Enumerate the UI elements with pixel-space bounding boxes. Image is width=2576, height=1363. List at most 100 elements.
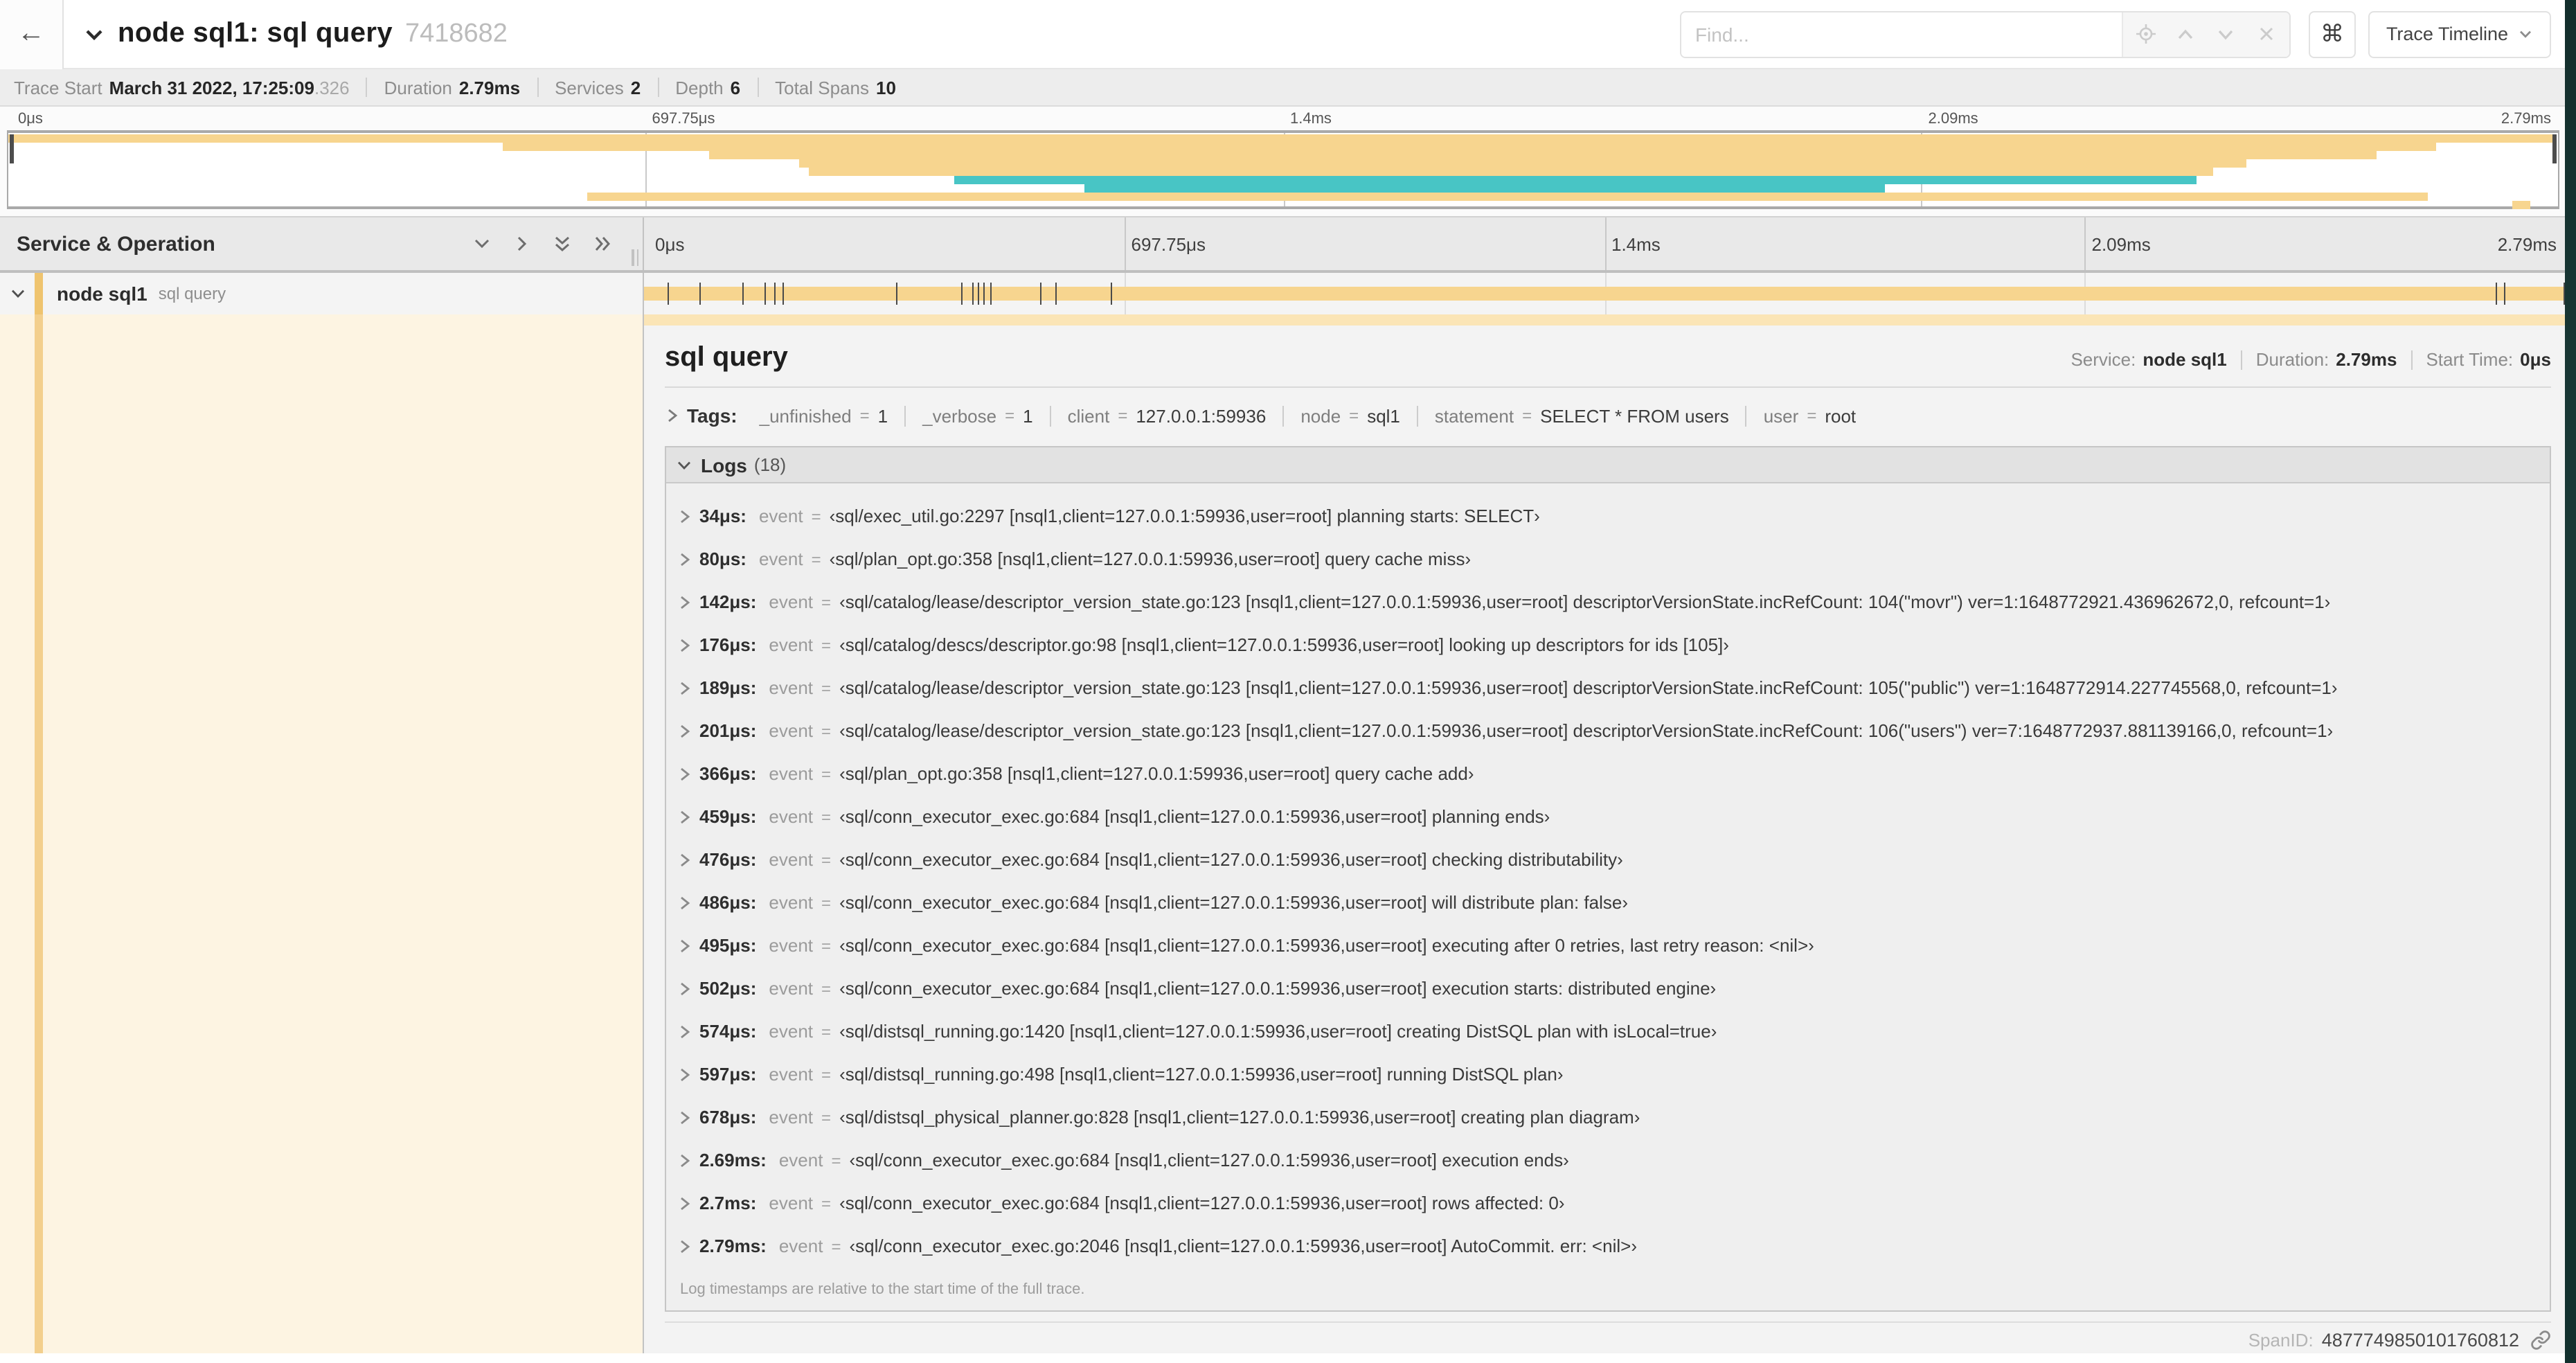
log-field-key: event — [769, 634, 814, 655]
time-tick-label: 2.09ms — [2091, 234, 2151, 255]
log-entry-row[interactable]: 459μs: event = ‹sql/conn_executor_exec.go:6… — [666, 795, 2550, 838]
log-timestamp: 459μs: — [699, 806, 757, 827]
equals-sign: = — [821, 979, 832, 998]
log-entry-row[interactable]: 2.69ms: event = ‹sql/conn_executor_exec.go:… — [666, 1139, 2550, 1182]
log-expand-chevron-icon[interactable] — [677, 1023, 699, 1040]
detail-span-stats: Service: node sql1 Duration: 2.79ms Start Ti… — [2070, 349, 2551, 370]
tag-key: _unfinished — [759, 405, 852, 426]
log-entry-row[interactable]: 597μs: event = ‹sql/distsql_running.go:498 … — [666, 1053, 2550, 1096]
log-expand-chevron-icon[interactable] — [677, 937, 699, 954]
equals-sign: = — [1005, 406, 1015, 425]
log-expand-chevron-icon[interactable] — [677, 551, 699, 567]
log-expand-chevron-icon[interactable] — [677, 765, 699, 782]
log-field-key: event — [769, 1193, 814, 1213]
log-entry-row[interactable]: 495μs: event = ‹sql/conn_executor_exec.go:6… — [666, 924, 2550, 967]
log-entry-row[interactable]: 189μs: event = ‹sql/catalog/lease/descripto… — [666, 666, 2550, 709]
tag-item[interactable]: node = sql1 — [1282, 405, 1417, 426]
span-row-bar-cell[interactable] — [644, 273, 2565, 314]
equals-sign: = — [821, 1022, 832, 1041]
log-expand-chevron-icon[interactable] — [677, 851, 699, 868]
collapse-all-icon[interactable] — [553, 234, 572, 253]
expand-one-icon[interactable] — [512, 234, 532, 253]
log-entry-row[interactable]: 476μs: event = ‹sql/conn_executor_exec.go:6… — [666, 838, 2550, 881]
span-collapse-chevron-icon[interactable] — [0, 285, 35, 302]
find-group — [1679, 10, 2291, 57]
log-entry-row[interactable]: 201μs: event = ‹sql/catalog/lease/descripto… — [666, 709, 2550, 752]
collapse-one-icon[interactable] — [472, 234, 492, 253]
log-timestamp: 476μs: — [699, 849, 757, 870]
prev-match-icon[interactable] — [2166, 12, 2206, 56]
keyboard-shortcuts-button[interactable]: ⌘ — [2308, 10, 2356, 57]
log-expand-chevron-icon[interactable] — [677, 679, 699, 696]
log-expand-chevron-icon[interactable] — [677, 636, 699, 653]
log-entry-row[interactable]: 2.7ms: event = ‹sql/conn_executor_exec.go:6… — [666, 1182, 2550, 1224]
tags-row[interactable]: Tags: _unfinished = 1 _verbose = 1 client = 127.… — [665, 399, 2551, 432]
log-field-value: ‹sql/conn_executor_exec.go:684 [nsql1,cl… — [839, 935, 1814, 956]
clear-find-icon[interactable] — [2246, 12, 2287, 56]
log-marker-tick — [1111, 283, 1113, 305]
log-entry-row[interactable]: 486μs: event = ‹sql/conn_executor_exec.go:6… — [666, 881, 2550, 924]
log-entry-row[interactable]: 502μs: event = ‹sql/conn_executor_exec.go:6… — [666, 967, 2550, 1010]
tag-value: sql1 — [1367, 405, 1400, 426]
log-timestamp: 34μs: — [699, 506, 746, 526]
log-expand-chevron-icon[interactable] — [677, 894, 699, 911]
timeline-gridline — [2084, 217, 2086, 270]
log-entry-row[interactable]: 678μs: event = ‹sql/distsql_physical_planne… — [666, 1096, 2550, 1139]
log-expand-chevron-icon[interactable] — [677, 1195, 699, 1211]
span-detail-panel: sql query Service: node sql1 Duration: 2.79… — [644, 314, 2565, 1353]
log-field-key: event — [769, 892, 814, 913]
tag-item[interactable]: _unfinished = 1 — [743, 405, 905, 426]
minimap-canvas[interactable] — [7, 130, 2559, 209]
tag-item[interactable]: client = 127.0.0.1:59936 — [1049, 405, 1283, 426]
time-tick-label: 697.75μs — [1131, 234, 1206, 255]
detail-stat-value: 2.79ms — [2336, 349, 2397, 370]
log-timestamp: 189μs: — [699, 677, 757, 698]
tag-value: 1 — [1023, 405, 1033, 426]
log-expand-chevron-icon[interactable] — [677, 594, 699, 610]
log-entry-row[interactable]: 574μs: event = ‹sql/distsql_running.go:1420… — [666, 1010, 2550, 1053]
equals-sign: = — [821, 1193, 832, 1213]
log-timestamp: 176μs: — [699, 634, 757, 655]
log-expand-chevron-icon[interactable] — [677, 1109, 699, 1125]
log-expand-chevron-icon[interactable] — [677, 1066, 699, 1083]
log-expand-chevron-icon[interactable] — [677, 808, 699, 825]
span-duration-bar[interactable] — [644, 287, 2564, 301]
log-timestamp: 80μs: — [699, 549, 746, 569]
expand-all-icon[interactable] — [593, 234, 612, 253]
trace-view-selector[interactable]: Trace Timeline — [2368, 10, 2551, 57]
log-entry-row[interactable]: 176μs: event = ‹sql/catalog/descs/descripto… — [666, 623, 2550, 666]
minimap-scrubber-right-handle[interactable] — [2552, 134, 2557, 163]
log-field-value: ‹sql/conn_executor_exec.go:684 [nsql1,cl… — [839, 1193, 1565, 1213]
next-match-icon[interactable] — [2206, 12, 2246, 56]
tags-expand-chevron-icon[interactable] — [665, 407, 687, 424]
log-expand-chevron-icon[interactable] — [677, 980, 699, 997]
log-entry-row[interactable]: 2.79ms: event = ‹sql/conn_executor_exec.go:… — [666, 1224, 2550, 1267]
trace-collapse-chevron-icon[interactable] — [83, 23, 105, 45]
tag-item[interactable]: user = root — [1745, 405, 1872, 426]
minimap-span-bar — [1084, 184, 1885, 193]
tag-item[interactable]: _verbose = 1 — [904, 405, 1049, 426]
log-entry-row[interactable]: 366μs: event = ‹sql/plan_opt.go:358 [nsql1,… — [666, 752, 2550, 795]
span-row-name-cell[interactable]: node sql1 sql query — [0, 273, 644, 314]
log-expand-chevron-icon[interactable] — [677, 722, 699, 739]
back-button[interactable]: ← — [0, 0, 64, 69]
log-expand-chevron-icon[interactable] — [677, 1238, 699, 1254]
deep-link-icon[interactable] — [2530, 1330, 2551, 1351]
minimap-span-bar — [954, 176, 2197, 184]
log-expand-chevron-icon[interactable] — [677, 508, 699, 524]
log-entry-row[interactable]: 34μs: event = ‹sql/exec_util.go:2297 [nsql1… — [666, 495, 2550, 537]
column-resize-handle[interactable] — [632, 249, 638, 266]
log-field-value: ‹sql/conn_executor_exec.go:684 [nsql1,cl… — [839, 849, 1623, 870]
match-highlight-icon[interactable] — [2126, 12, 2166, 56]
log-expand-chevron-icon[interactable] — [677, 1152, 699, 1168]
separator — [757, 78, 759, 97]
find-input[interactable] — [1681, 12, 2122, 56]
minimap-scrubber-left-handle[interactable] — [10, 134, 14, 163]
log-entry-row[interactable]: 142μs: event = ‹sql/catalog/lease/descripto… — [666, 580, 2550, 623]
log-entry-row[interactable]: 80μs: event = ‹sql/plan_opt.go:358 [nsql1,c… — [666, 537, 2550, 580]
tag-item[interactable]: statement = SELECT * FROM users — [1416, 405, 1746, 426]
equals-sign: = — [1118, 406, 1128, 425]
equals-sign: = — [811, 549, 821, 569]
divider — [665, 1321, 2551, 1323]
logs-header[interactable]: Logs (18) — [666, 447, 2550, 483]
